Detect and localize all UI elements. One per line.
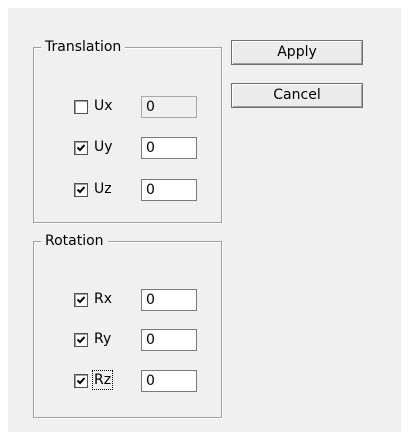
rz-row: Rz [74,370,204,396]
rx-row: Rx [74,289,204,315]
ux-row: Ux [74,96,204,122]
constraints-dialog: Translation Ux Uy Uz Rotation Rx Ry [8,8,401,432]
checkmark-icon [76,336,86,344]
apply-button[interactable]: Apply [231,40,363,65]
rotation-group-title: Rotation [41,232,108,250]
rz-field[interactable] [141,370,197,392]
ux-checkbox[interactable] [74,100,88,114]
rz-label: Rz [91,370,114,390]
uy-field[interactable] [141,137,197,159]
checkmark-icon [76,377,86,385]
translation-group: Translation Ux Uy Uz [33,38,222,223]
ry-checkbox[interactable] [74,333,88,347]
ux-field[interactable] [141,96,197,118]
ry-field[interactable] [141,329,197,351]
uy-label: Uy [94,139,113,155]
rx-label: Rx [94,291,113,307]
ux-label: Ux [94,98,113,114]
rz-checkbox[interactable] [74,374,88,388]
uz-checkbox[interactable] [74,183,88,197]
cancel-button[interactable]: Cancel [231,83,363,108]
uy-checkbox[interactable] [74,141,88,155]
uz-field[interactable] [141,179,197,201]
checkmark-icon [76,186,86,194]
uz-label: Uz [94,181,112,197]
uy-row: Uy [74,137,204,163]
ry-label: Ry [94,331,112,347]
uz-row: Uz [74,179,204,205]
rotation-group: Rotation Rx Ry Rz [33,232,222,418]
checkmark-icon [76,144,86,152]
rx-field[interactable] [141,289,197,311]
rx-checkbox[interactable] [74,293,88,307]
checkmark-icon [76,296,86,304]
translation-group-title: Translation [41,38,126,56]
ry-row: Ry [74,329,204,355]
